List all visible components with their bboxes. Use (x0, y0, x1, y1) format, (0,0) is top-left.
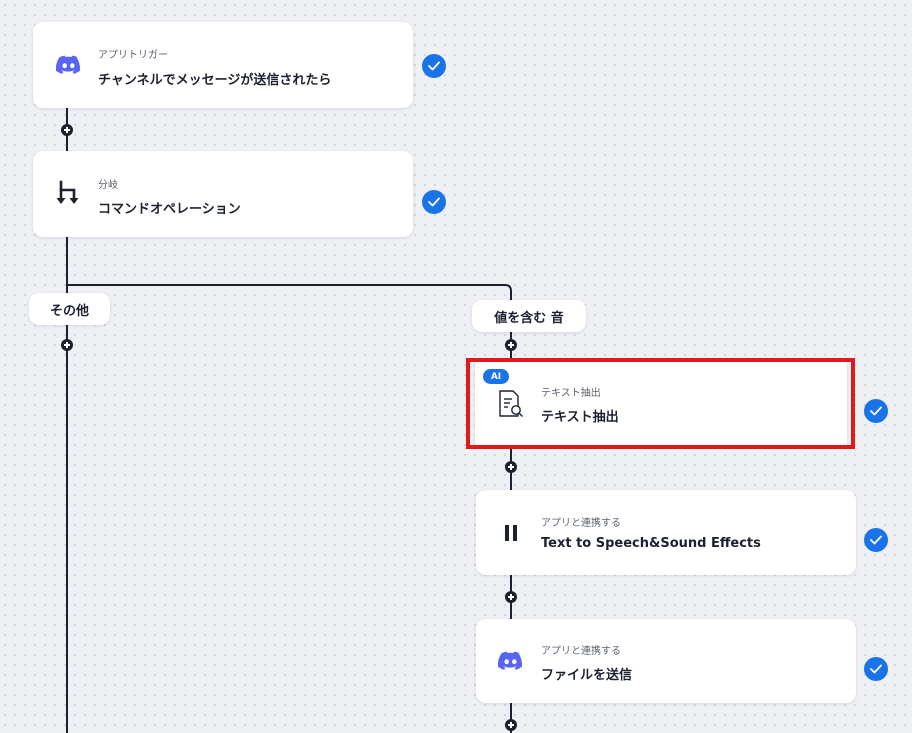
branch-icon (53, 151, 83, 237)
add-step-button[interactable] (505, 461, 517, 473)
add-step-button[interactable] (505, 591, 517, 603)
step-title: Text to Speech&Sound Effects (541, 536, 761, 551)
step-title: コマンドオペレーション (98, 202, 241, 217)
step-subtitle: アプリトリガー (98, 50, 168, 61)
check-icon (422, 190, 446, 214)
step-card-text-to-speech[interactable]: アプリと連携する Text to Speech&Sound Effects (476, 490, 856, 575)
check-icon (864, 528, 888, 552)
step-card-send-file[interactable]: アプリと連携する ファイルを送信 (476, 619, 856, 703)
selection-highlight (466, 358, 855, 449)
branch-label-contains-value[interactable]: 値を含む 音 (472, 300, 586, 332)
pause-bars-icon (496, 490, 526, 575)
step-subtitle: アプリと連携する (541, 646, 621, 657)
step-title: ファイルを送信 (541, 668, 633, 683)
check-icon (864, 399, 888, 423)
step-subtitle: アプリと連携する (541, 518, 621, 529)
add-step-button[interactable] (61, 124, 73, 136)
discord-icon (496, 619, 526, 703)
workflow-canvas: アプリトリガー チャンネルでメッセージが送信されたら 分岐 コマンドオペレーショ… (0, 0, 912, 733)
check-icon (864, 657, 888, 681)
discord-icon (54, 22, 84, 108)
add-step-button[interactable] (505, 339, 517, 351)
step-subtitle: 分岐 (98, 180, 118, 191)
add-step-button[interactable] (61, 339, 73, 351)
step-title: チャンネルでメッセージが送信されたら (98, 73, 332, 88)
step-card-branch[interactable]: 分岐 コマンドオペレーション (33, 151, 413, 237)
step-card-trigger[interactable]: アプリトリガー チャンネルでメッセージが送信されたら (33, 22, 413, 108)
branch-label-other[interactable]: その他 (29, 293, 110, 325)
check-icon (422, 54, 446, 78)
add-step-button[interactable] (505, 719, 517, 731)
